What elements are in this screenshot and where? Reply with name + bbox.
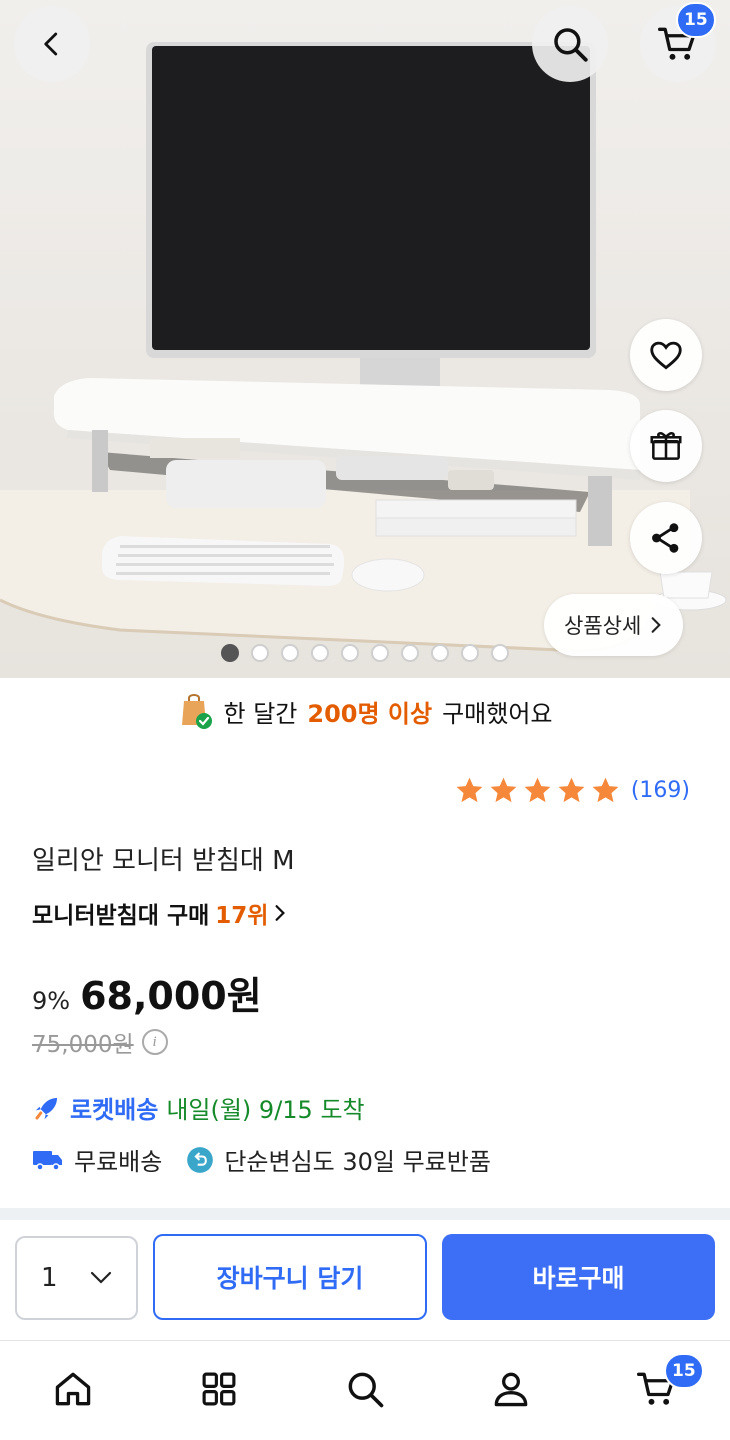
nav-categories[interactable] (191, 1361, 247, 1417)
original-price-row: 75,000원 i (32, 1025, 168, 1059)
back-button[interactable] (14, 6, 90, 82)
original-price: 75,000원 (32, 1032, 134, 1058)
chevron-right-icon (275, 905, 286, 921)
rocket-delivery-row: 로켓배송 내일(월) 9/15 도착 (32, 1090, 365, 1125)
rating-stars (454, 775, 621, 806)
chevron-left-icon (44, 32, 58, 56)
home-icon (55, 1372, 91, 1406)
rating-summary[interactable]: (169) (454, 775, 690, 806)
carousel-dot[interactable] (251, 644, 269, 662)
free-shipping: 무료배송 (32, 1142, 162, 1177)
product-title: 일리안 모니터 받침대 M (32, 846, 295, 876)
chevron-down-icon (90, 1271, 112, 1284)
star-icon (592, 777, 619, 803)
purchase-count-prefix: 한 달간 (223, 699, 298, 728)
carousel-dot[interactable] (281, 644, 299, 662)
gift-icon (650, 432, 682, 460)
delivery-eta: 내일(월) 9/15 도착 (166, 1096, 365, 1124)
nav-search[interactable] (337, 1361, 393, 1417)
add-to-cart-button[interactable]: 장바구니 담기 (153, 1234, 427, 1320)
wishlist-button[interactable] (630, 319, 702, 391)
share-button[interactable] (630, 502, 702, 574)
sale-price: 68,000원 (80, 974, 262, 1018)
star-icon (490, 777, 517, 803)
carousel-dot[interactable] (401, 644, 419, 662)
search-icon (554, 28, 588, 62)
carousel-dot[interactable] (461, 644, 479, 662)
nav-home[interactable] (45, 1361, 101, 1417)
carousel-dot[interactable] (431, 644, 449, 662)
profile-icon (494, 1372, 528, 1407)
purchase-count-highlight: 200명 이상 (307, 699, 433, 728)
return-icon (187, 1146, 214, 1173)
star-icon (456, 777, 483, 803)
product-photo (0, 42, 727, 653)
product-image-carousel[interactable]: 15 상품상세 (0, 0, 730, 678)
category-rank-link[interactable]: 모니터받침대 구매 17위 (32, 896, 286, 930)
carousel-dot[interactable] (491, 644, 509, 662)
review-count[interactable]: (169) (631, 778, 690, 803)
carousel-dot[interactable] (311, 644, 329, 662)
search-icon (348, 1372, 384, 1408)
chevron-right-icon (651, 617, 662, 633)
shipping-benefits: 무료배송 단순변심도 30일 무료반품 (32, 1142, 503, 1177)
buy-now-button[interactable]: 바로구매 (442, 1234, 715, 1320)
nav-cart-count-badge: 15 (664, 1353, 704, 1389)
rocket-delivery-label: 로켓배송 (70, 1096, 159, 1124)
heart-icon (650, 341, 682, 370)
rocket-icon (35, 1097, 57, 1119)
carousel-dot[interactable] (371, 644, 389, 662)
gift-button[interactable] (630, 410, 702, 482)
quantity-value: 1 (41, 1263, 58, 1293)
carousel-indicator (0, 644, 730, 664)
search-button[interactable] (532, 6, 608, 82)
star-icon (558, 777, 585, 803)
nav-my-page[interactable] (483, 1361, 539, 1417)
carousel-dot[interactable] (341, 644, 359, 662)
bottom-navigation: 15 (0, 1340, 730, 1440)
free-returns: 단순변심도 30일 무료반품 (186, 1142, 491, 1177)
purchase-count-banner: 한 달간 200명 이상 구매했어요 (0, 680, 730, 742)
cart-count-badge: 15 (676, 2, 716, 38)
rank-number: 17위 (215, 903, 269, 929)
purchase-count-suffix: 구매했어요 (442, 699, 553, 728)
info-icon[interactable]: i (141, 1029, 168, 1055)
free-returns-label: 단순변심도 30일 무료반품 (224, 1148, 491, 1176)
star-icon (524, 777, 551, 803)
categories-icon (202, 1372, 236, 1406)
section-divider (0, 1208, 730, 1220)
product-detail-label: 상품상세 (564, 614, 642, 638)
shopping-bag-check-icon (181, 694, 212, 729)
price-row: 9% 68,000원 (32, 965, 262, 1020)
share-icon (652, 523, 679, 553)
free-shipping-label: 무료배송 (74, 1148, 163, 1176)
rank-prefix: 모니터받침대 구매 (32, 903, 210, 929)
carousel-dot[interactable] (221, 644, 239, 662)
truck-icon (33, 1150, 62, 1171)
discount-rate: 9% (32, 987, 71, 1015)
quantity-select[interactable]: 1 (15, 1236, 138, 1320)
